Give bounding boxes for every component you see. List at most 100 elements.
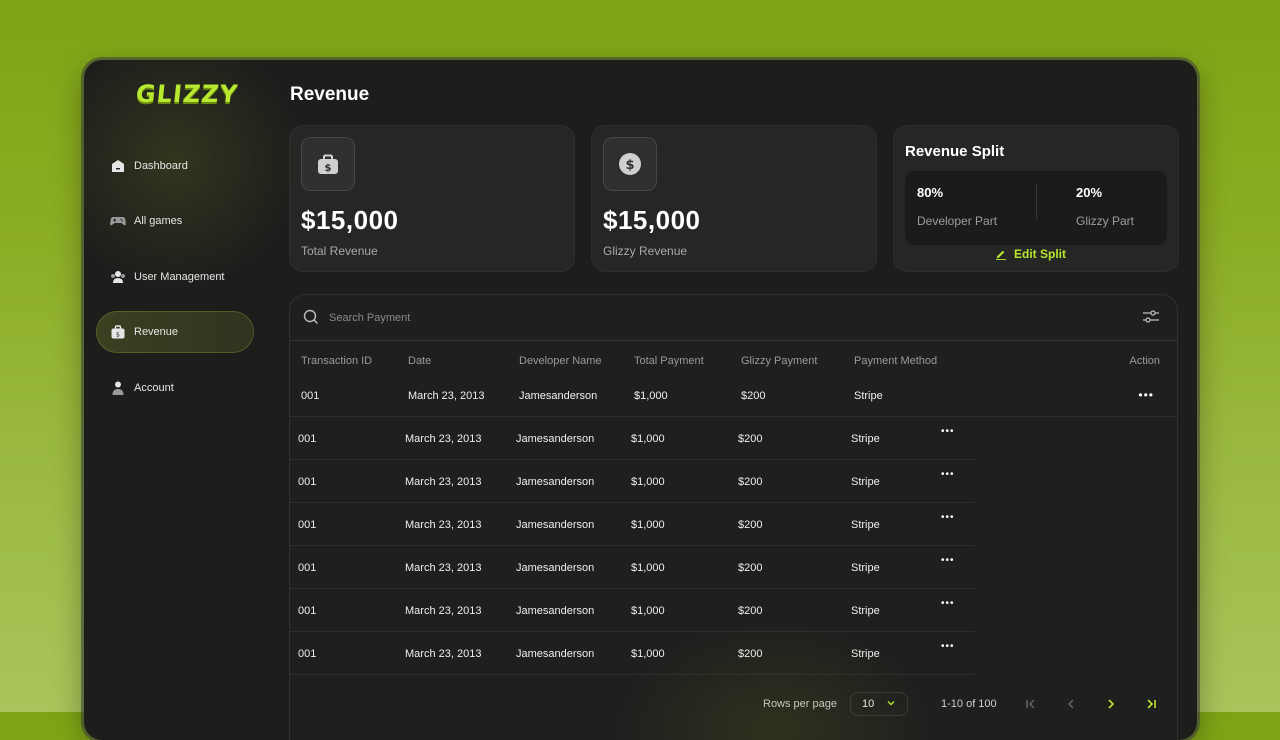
sidebar-item-label: Revenue xyxy=(134,326,179,338)
cell-total-payment: $1,000 xyxy=(631,562,665,574)
sidebar-item-all-games[interactable]: All games xyxy=(96,200,254,242)
svg-text:$: $ xyxy=(625,158,634,173)
sidebar-item-dashboard[interactable]: Dashboard xyxy=(96,145,254,187)
cell-payment-method: Stripe xyxy=(851,433,880,445)
briefcase-dollar-icon: $ xyxy=(301,137,355,191)
cell-glizzy-payment: $200 xyxy=(738,562,763,574)
gamepad-icon xyxy=(110,213,126,229)
header-total-payment: Total Payment xyxy=(634,355,704,367)
row-action-menu[interactable]: ••• xyxy=(941,426,955,437)
sidebar-item-label: User Management xyxy=(134,271,225,283)
cell-developer-name: Jamesanderson xyxy=(516,519,595,531)
next-page-icon[interactable] xyxy=(1105,698,1117,713)
row-action-menu[interactable]: ••• xyxy=(941,469,955,480)
sidebar-item-revenue[interactable]: $ Revenue xyxy=(96,311,254,353)
cell-date: March 23, 2013 xyxy=(405,519,482,531)
split-values-box: 80% Developer Part 20% Glizzy Part xyxy=(905,171,1167,245)
cell-developer-name: Jamesanderson xyxy=(516,605,595,617)
cell-date: March 23, 2013 xyxy=(405,476,482,488)
cell-date: March 23, 2013 xyxy=(405,562,482,574)
cell-glizzy-payment: $200 xyxy=(738,605,763,617)
row-divider xyxy=(289,502,975,503)
search-input[interactable] xyxy=(327,307,731,329)
filter-sliders-icon[interactable] xyxy=(1142,309,1160,330)
edit-split-label: Edit Split xyxy=(1014,247,1066,261)
svg-text:$: $ xyxy=(325,163,332,174)
cell-transaction-id: 001 xyxy=(298,562,317,574)
row-action-menu[interactable]: ••• xyxy=(1138,388,1154,402)
header-transaction-id: Transaction ID xyxy=(301,355,373,367)
last-page-icon[interactable] xyxy=(1145,698,1157,713)
pencil-icon xyxy=(995,248,1007,260)
cell-transaction-id: 001 xyxy=(298,648,317,660)
cell-transaction-id: 001 xyxy=(298,433,317,445)
glizzy-revenue-card: $ $15,000 Glizzy Revenue xyxy=(591,125,877,272)
row-divider xyxy=(289,588,975,589)
cell-date: March 23, 2013 xyxy=(405,648,482,660)
revenue-split-card: Revenue Split 80% Developer Part 20% Gli… xyxy=(893,125,1179,272)
search-bar xyxy=(289,294,1178,341)
row-divider xyxy=(289,674,975,675)
cell-payment-method: Stripe xyxy=(854,390,883,402)
home-icon xyxy=(110,158,126,174)
search-icon xyxy=(303,309,319,330)
cell-total-payment: $1,000 xyxy=(631,519,665,531)
cell-developer-name: Jamesanderson xyxy=(516,648,595,660)
row-action-menu[interactable]: ••• xyxy=(941,512,955,523)
cell-transaction-id: 001 xyxy=(301,390,320,402)
row-divider xyxy=(289,416,1178,417)
cell-transaction-id: 001 xyxy=(298,605,317,617)
previous-page-icon[interactable] xyxy=(1065,698,1077,713)
rows-per-page-value: 10 xyxy=(862,698,875,710)
rows-per-page-label: Rows per page xyxy=(763,698,837,710)
header-date: Date xyxy=(408,355,432,367)
cell-developer-name: Jamesanderson xyxy=(519,390,598,402)
cell-date: March 23, 2013 xyxy=(405,605,482,617)
cell-total-payment: $1,000 xyxy=(631,476,665,488)
cell-date: March 23, 2013 xyxy=(408,390,485,402)
briefcase-icon: $ xyxy=(110,324,126,340)
header-payment-method: Payment Method xyxy=(854,355,938,367)
header-glizzy-payment: Glizzy Payment xyxy=(741,355,818,367)
glizzy-revenue-caption: Glizzy Revenue xyxy=(603,244,688,258)
page-range-text: 1-10 of 100 xyxy=(941,698,997,710)
row-divider xyxy=(289,631,975,632)
page-title: Revenue xyxy=(290,84,370,105)
cell-total-payment: $1,000 xyxy=(631,605,665,617)
row-action-menu[interactable]: ••• xyxy=(941,641,955,652)
cell-payment-method: Stripe xyxy=(851,605,880,617)
row-action-menu[interactable]: ••• xyxy=(941,598,955,609)
cell-payment-method: Stripe xyxy=(851,519,880,531)
sidebar-item-label: Dashboard xyxy=(134,160,188,172)
rows-per-page-select[interactable]: 10 xyxy=(850,692,908,716)
row-divider xyxy=(289,459,975,460)
cell-glizzy-payment: $200 xyxy=(738,519,763,531)
payments-table: Transaction ID Date Developer Name Total… xyxy=(289,294,1178,740)
cell-developer-name: Jamesanderson xyxy=(516,433,595,445)
cell-payment-method: Stripe xyxy=(851,562,880,574)
sidebar-item-label: All games xyxy=(134,215,183,227)
edit-split-button[interactable]: Edit Split xyxy=(995,247,1066,261)
cell-developer-name: Jamesanderson xyxy=(516,476,595,488)
chevron-down-icon xyxy=(886,698,896,711)
total-revenue-card: $ $15,000 Total Revenue xyxy=(289,125,575,272)
glizzy-revenue-amount: $15,000 xyxy=(603,205,701,235)
users-icon xyxy=(110,269,126,285)
cell-date: March 23, 2013 xyxy=(405,433,482,445)
cell-total-payment: $1,000 xyxy=(631,433,665,445)
split-divider xyxy=(1036,185,1037,219)
developer-percent: 80% xyxy=(917,185,944,200)
sidebar-item-user-management[interactable]: User Management xyxy=(96,256,254,298)
first-page-icon[interactable] xyxy=(1025,698,1037,713)
row-action-menu[interactable]: ••• xyxy=(941,555,955,566)
glizzy-percent: 20% xyxy=(1076,185,1103,200)
sidebar-item-account[interactable]: Account xyxy=(96,367,254,409)
developer-part: 80% Developer Part xyxy=(917,185,997,228)
app-window: GLIZZY Dashboard All games User Manageme… xyxy=(84,60,1197,740)
cell-glizzy-payment: $200 xyxy=(741,390,766,402)
total-revenue-amount: $15,000 xyxy=(301,205,399,235)
developer-label: Developer Part xyxy=(917,214,998,228)
dollar-coin-icon: $ xyxy=(603,137,657,191)
cell-transaction-id: 001 xyxy=(298,519,317,531)
cell-payment-method: Stripe xyxy=(851,648,880,660)
